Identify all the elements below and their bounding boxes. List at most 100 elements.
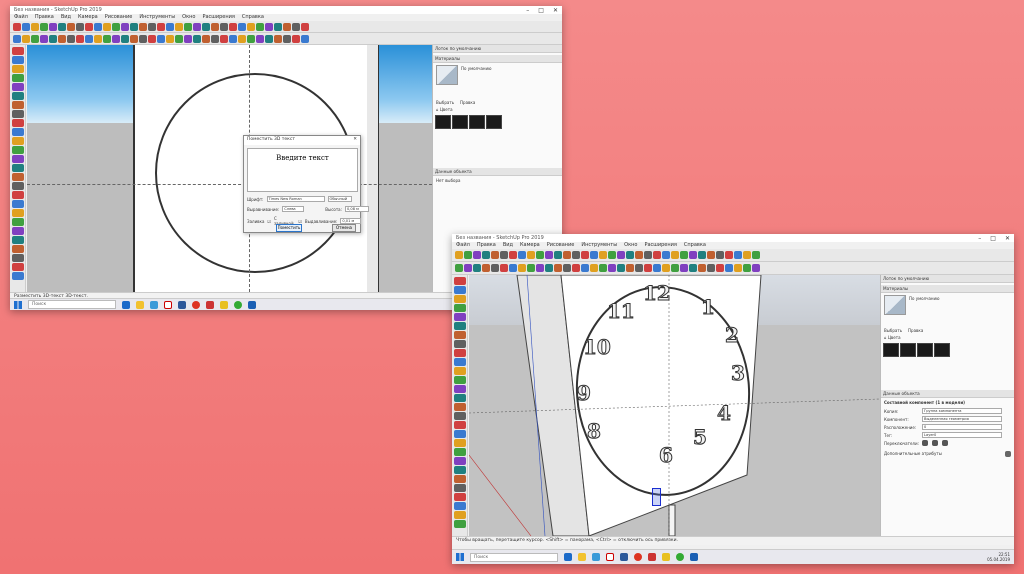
menu-window[interactable]: Окно xyxy=(624,242,637,249)
tool-icon[interactable] xyxy=(130,34,138,43)
menu-view[interactable]: Вид xyxy=(61,14,71,21)
tool-icon[interactable] xyxy=(453,385,466,393)
align-select[interactable]: Слева xyxy=(282,206,305,212)
price-tag-icon[interactable] xyxy=(1005,451,1011,457)
tool-icon[interactable] xyxy=(11,182,24,190)
tool-icon[interactable] xyxy=(473,251,481,259)
swatch[interactable] xyxy=(435,115,451,129)
tool-icon[interactable] xyxy=(572,264,580,272)
menu-camera[interactable]: Камера xyxy=(520,242,540,249)
tool-icon[interactable] xyxy=(491,264,499,272)
tool-icon[interactable] xyxy=(265,22,273,31)
receive-shadow-icon[interactable] xyxy=(942,440,948,446)
app-icon[interactable] xyxy=(648,553,656,561)
menu-extensions[interactable]: Расширения xyxy=(644,242,676,249)
tool-icon[interactable] xyxy=(453,430,466,438)
tool-icon[interactable] xyxy=(554,251,562,259)
tool-icon[interactable] xyxy=(453,448,466,456)
tool-icon[interactable] xyxy=(581,251,589,259)
tool-icon[interactable] xyxy=(707,264,715,272)
tool-icon[interactable] xyxy=(453,295,466,303)
tool-icon[interactable] xyxy=(581,264,589,272)
tool-icon[interactable] xyxy=(599,264,607,272)
tool-icon[interactable] xyxy=(518,251,526,259)
tool-icon[interactable] xyxy=(453,439,466,447)
tag-select[interactable]: Layer0 xyxy=(922,432,1002,438)
tool-icon[interactable] xyxy=(563,251,571,259)
tool-icon[interactable] xyxy=(112,34,120,43)
tool-icon[interactable] xyxy=(184,34,192,43)
tool-icon[interactable] xyxy=(453,376,466,384)
explorer-icon[interactable] xyxy=(136,300,144,309)
tool-icon[interactable] xyxy=(662,264,670,272)
entity-info-header[interactable]: Данные объекта xyxy=(433,168,562,176)
tool-icon[interactable] xyxy=(283,34,291,43)
yandex-icon[interactable] xyxy=(164,300,172,309)
tool-icon[interactable] xyxy=(680,251,688,259)
tool-icon[interactable] xyxy=(11,254,24,262)
tool-icon[interactable] xyxy=(653,251,661,259)
minimize-icon[interactable]: – xyxy=(978,235,981,242)
tool-icon[interactable] xyxy=(590,251,598,259)
height-input[interactable]: 0,08 м xyxy=(344,206,369,212)
swatch[interactable] xyxy=(883,343,899,357)
tool-icon[interactable] xyxy=(11,191,24,199)
tool-icon[interactable] xyxy=(453,457,466,465)
tool-icon[interactable] xyxy=(11,227,24,235)
tool-icon[interactable] xyxy=(85,22,93,31)
swatch[interactable] xyxy=(486,115,502,129)
tool-icon[interactable] xyxy=(11,209,24,217)
tool-icon[interactable] xyxy=(453,421,466,429)
owner-input[interactable]: 0 xyxy=(922,424,1002,430)
tool-icon[interactable] xyxy=(464,264,472,272)
tool-icon[interactable] xyxy=(103,22,111,31)
tool-icon[interactable] xyxy=(175,34,183,43)
tool-icon[interactable] xyxy=(500,264,508,272)
tool-icon[interactable] xyxy=(662,251,670,259)
tool-icon[interactable] xyxy=(453,358,466,366)
tool-icon[interactable] xyxy=(453,304,466,312)
tool-icon[interactable] xyxy=(453,502,466,510)
colors-label[interactable]: Цвета xyxy=(440,107,453,112)
tool-icon[interactable] xyxy=(453,277,466,285)
tool-icon[interactable] xyxy=(734,251,742,259)
tool-icon[interactable] xyxy=(11,119,24,127)
tool-icon[interactable] xyxy=(157,34,165,43)
tool-icon[interactable] xyxy=(608,251,616,259)
edge-icon[interactable] xyxy=(564,553,572,561)
tool-icon[interactable] xyxy=(482,251,490,259)
tool-icon[interactable] xyxy=(671,264,679,272)
tool-icon[interactable] xyxy=(11,74,24,82)
tool-icon[interactable] xyxy=(148,34,156,43)
tab-edit[interactable]: Правка xyxy=(908,328,923,333)
tool-icon[interactable] xyxy=(626,264,634,272)
tool-icon[interactable] xyxy=(453,412,466,420)
tool-icon[interactable] xyxy=(301,34,309,43)
tool-icon[interactable] xyxy=(193,22,201,31)
entity-info-header[interactable]: Данные объекта xyxy=(881,390,1014,398)
tool-icon[interactable] xyxy=(11,245,24,253)
tool-icon[interactable] xyxy=(220,34,228,43)
word-icon[interactable] xyxy=(620,553,628,561)
selected-component[interactable] xyxy=(652,488,661,506)
windows-start-icon[interactable] xyxy=(456,553,464,561)
tool-icon[interactable] xyxy=(121,34,129,43)
tool-icon[interactable] xyxy=(453,322,466,330)
tool-icon[interactable] xyxy=(11,110,24,118)
edge-icon[interactable] xyxy=(122,300,130,309)
tool-icon[interactable] xyxy=(482,264,490,272)
store-icon[interactable] xyxy=(150,300,158,309)
explorer-icon[interactable] xyxy=(578,553,586,561)
menu-window[interactable]: Окно xyxy=(182,14,195,21)
shadow-icon[interactable] xyxy=(932,440,938,446)
tool-icon[interactable] xyxy=(518,264,526,272)
dialog-close-icon[interactable]: ✕ xyxy=(353,137,357,144)
tool-icon[interactable] xyxy=(166,34,174,43)
yandex-icon[interactable] xyxy=(606,553,614,561)
tool-icon[interactable] xyxy=(453,520,466,528)
chrome-icon[interactable] xyxy=(676,553,684,561)
tool-icon[interactable] xyxy=(536,251,544,259)
maximize-icon[interactable]: □ xyxy=(990,235,996,242)
tool-icon[interactable] xyxy=(49,34,57,43)
tool-icon[interactable] xyxy=(11,218,24,226)
